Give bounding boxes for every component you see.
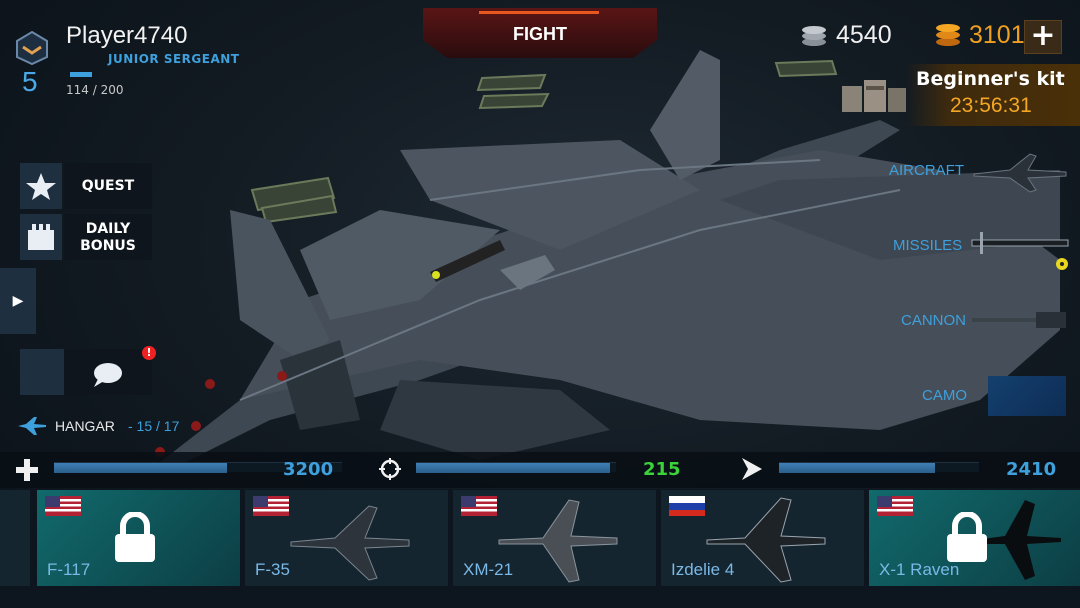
armor-plus-icon — [16, 459, 38, 481]
star-icon — [26, 173, 56, 200]
aircraft-thumbnail-icon — [290, 505, 410, 581]
usa-flag-icon — [877, 496, 913, 516]
loadout-camo-label: CAMO — [922, 387, 967, 404]
hangar-count: - 15 / 17 — [128, 418, 180, 434]
daily-bonus-line2: BONUS — [80, 238, 136, 254]
player-rank-title: JUNIOR SERGEANT — [108, 52, 240, 66]
aircraft-card-name: Izdelie 4 — [671, 560, 735, 579]
quest-icon-box[interactable] — [20, 163, 62, 209]
accuracy-value: 215 — [643, 459, 681, 480]
camo-swatch — [988, 376, 1066, 416]
chat-notification-badge: ! — [142, 346, 156, 360]
speed-bar-fill — [779, 463, 935, 473]
hangar-label[interactable]: HANGAR — [55, 418, 115, 434]
calendar-icon — [28, 224, 54, 250]
gold-coins-icon — [936, 24, 960, 46]
xp-text: 114 / 200 — [66, 83, 124, 97]
aircraft-card[interactable]: F-35 — [245, 490, 448, 586]
speed-value: 2410 — [1006, 459, 1057, 480]
aircraft-card[interactable]: X-1 Raven — [869, 490, 1080, 586]
fight-label: FIGHT — [513, 24, 567, 44]
silver-coins-icon — [802, 26, 826, 46]
cannon-thumbnail-icon — [972, 312, 1066, 328]
aircraft-card[interactable]: XM-21 — [453, 490, 656, 586]
crosshair-icon — [379, 458, 401, 480]
beginners-kit-timer: 23:56:31 — [950, 94, 1032, 117]
accuracy-bar-fill — [416, 463, 610, 473]
aircraft-card-name: X-1 Raven — [879, 560, 960, 579]
player-level: 5 — [22, 66, 38, 97]
player-name: Player4740 — [66, 22, 188, 49]
armor-bar-fill — [54, 463, 227, 473]
chat-icon-box[interactable] — [20, 349, 64, 395]
lock-icon — [115, 512, 155, 562]
daily-bonus-icon-box[interactable] — [20, 214, 62, 260]
speed-bar — [779, 462, 979, 473]
loadout-cannon-label: CANNON — [901, 312, 967, 329]
missile-thumbnail-icon — [971, 232, 1069, 270]
speed-arrow-icon — [742, 458, 762, 480]
fight-button[interactable]: FIGHT — [423, 8, 657, 58]
usa-flag-icon — [45, 496, 81, 516]
armor-value: 3200 — [283, 459, 334, 480]
aircraft-thumbnail-icon — [973, 153, 1067, 193]
aircraft-card[interactable]: Izdelie 4 — [661, 490, 864, 586]
silver-amount: 4540 — [836, 21, 892, 49]
aircraft-card-name: F-35 — [255, 560, 290, 579]
supply-crates-icon — [842, 80, 906, 112]
beginners-kit-title: Beginner's kit — [916, 68, 1065, 90]
daily-bonus-label: DAILY BONUS — [64, 221, 152, 255]
usa-flag-icon — [253, 496, 289, 516]
aircraft-card[interactable]: F-117 — [37, 490, 240, 586]
expand-side-panel-button[interactable]: ▶ — [0, 268, 36, 334]
usa-flag-icon — [461, 496, 497, 516]
xp-progress-bar — [70, 72, 92, 77]
loadout-missiles-label: MISSILES — [893, 237, 963, 254]
rank-badge-icon — [16, 30, 48, 66]
jet-hangar-icon — [18, 417, 46, 435]
russia-flag-icon — [669, 496, 705, 516]
chat-bubble-icon — [94, 363, 122, 387]
aircraft-card-name: XM-21 — [463, 560, 514, 579]
loadout-aircraft-label: AIRCRAFT — [889, 162, 964, 179]
carousel-prev-card[interactable] — [0, 490, 30, 586]
chat-button[interactable] — [64, 349, 152, 395]
accuracy-bar — [416, 462, 616, 473]
quest-label: QUEST — [81, 178, 135, 194]
daily-bonus-line1: DAILY — [85, 221, 131, 237]
add-gold-button[interactable]: + — [1024, 20, 1062, 54]
lock-icon — [947, 512, 987, 562]
aircraft-card-name: F-117 — [47, 560, 91, 579]
